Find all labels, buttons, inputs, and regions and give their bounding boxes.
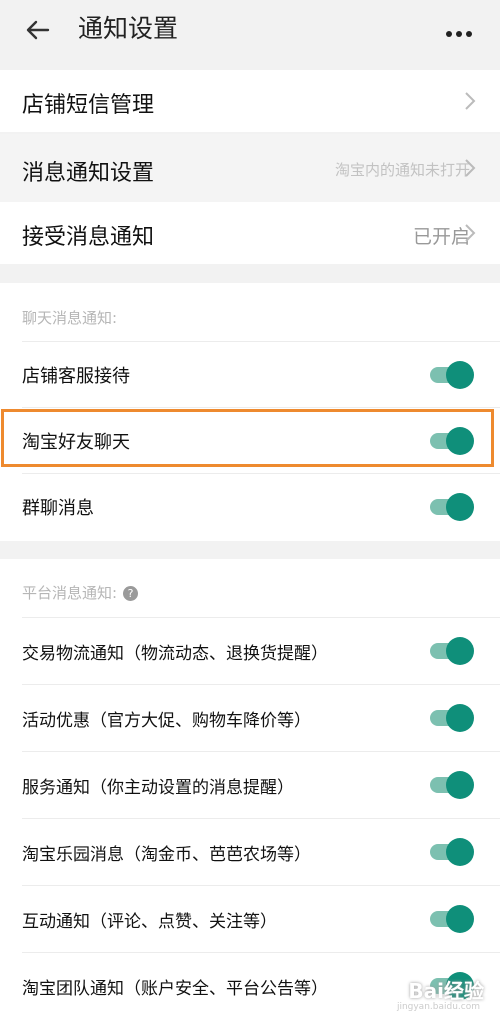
menu-row-label: 消息通知设置 [22,161,155,186]
toggle-switch[interactable] [430,637,474,665]
toggle-row-label: 互动通知（评论、点赞、关注等） [22,912,277,932]
toggle-switch[interactable] [430,905,474,933]
toggle-row-label: 淘宝乐园消息（淘金币、芭芭农场等） [22,845,311,865]
section-title: 平台消息通知:? [22,582,139,603]
toggle-switch[interactable] [430,361,474,389]
chevron-right-icon [465,159,476,177]
back-arrow-icon[interactable] [22,14,54,46]
section-title-text: 平台消息通知: [22,584,118,602]
toggle-row-label: 店铺客服接待 [22,366,130,387]
toggle-switch[interactable] [430,493,474,521]
menu-row-receive-notifications[interactable]: 接受消息通知 已开启 [0,202,500,264]
chevron-right-icon [465,92,476,110]
platform-section: 平台消息通知:? 交易物流通知（物流动态、退换货提醒） 活动优惠（官方大促、购物… [0,559,500,1018]
menu-row-label: 接受消息通知 [22,225,155,250]
toggle-row-label: 活动优惠（官方大促、购物车降价等） [22,711,311,731]
section-title: 聊天消息通知: [22,309,118,327]
toggle-switch[interactable] [430,704,474,732]
toggle-row: 服务通知（你主动设置的消息提醒） [0,752,500,816]
menu-row-sms-management[interactable]: 店铺短信管理 [0,70,500,132]
highlight-frame [1,409,494,467]
toggle-switch[interactable] [430,838,474,866]
baidu-watermark: Bai经验 jingyan.baidu.com [364,974,494,1014]
watermark-text: Bai经验 [408,979,484,1003]
chevron-right-icon [465,224,476,242]
toggle-row-label: 服务通知（你主动设置的消息提醒） [22,778,294,798]
toggle-switch[interactable] [430,771,474,799]
app-header: 通知设置 [0,0,500,60]
more-options-icon[interactable] [446,22,480,37]
toggle-row-label: 淘宝团队通知（账户安全、平台公告等） [22,979,328,999]
page-title: 通知设置 [78,14,179,43]
menu-row-notification-settings[interactable]: 消息通知设置 淘宝内的通知未打开 [0,134,500,202]
toggle-row: 群聊消息 [0,474,500,538]
help-icon[interactable]: ? [123,586,139,601]
menu-row-value: 已开启 [412,226,470,248]
watermark-subtext: jingyan.baidu.com [396,1002,480,1012]
menu-row-value: 淘宝内的通知未打开 [334,161,470,179]
toggle-row-label: 交易物流通知（物流动态、退换货提醒） [22,644,328,664]
toggle-row: 店铺客服接待 [0,342,500,406]
toggle-row: 互动通知（评论、点赞、关注等） [0,886,500,950]
toggle-row: 交易物流通知（物流动态、退换货提醒） [0,618,500,682]
toggle-row: 淘宝乐园消息（淘金币、芭芭农场等） [0,819,500,883]
toggle-row: 活动优惠（官方大促、购物车降价等） [0,685,500,749]
toggle-row-label: 群聊消息 [22,498,94,519]
menu-row-label: 店铺短信管理 [22,93,155,118]
